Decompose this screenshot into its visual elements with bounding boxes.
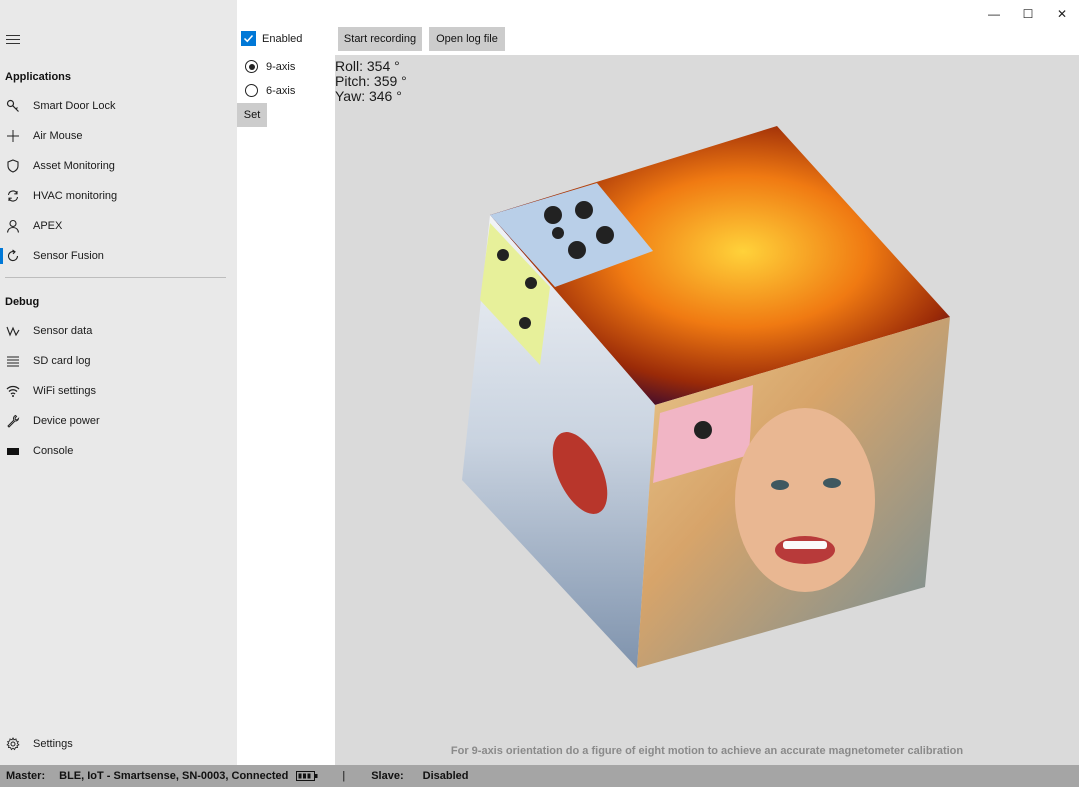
sidebar-item-smart-door-lock[interactable]: Smart Door Lock [0, 91, 237, 121]
sidebar-item-apex[interactable]: APEX [0, 211, 237, 241]
sidebar-item-wifi-settings[interactable]: WiFi settings [0, 376, 237, 406]
sidebar-item-label: APEX [33, 220, 63, 232]
calibration-hint: For 9-axis orientation do a figure of ei… [450, 745, 964, 757]
sidebar-item-asset-monitoring[interactable]: Asset Monitoring [0, 151, 237, 181]
sidebar-item-sensor-data[interactable]: Sensor data [0, 316, 237, 346]
radio-selected-indicator [245, 60, 258, 73]
master-label: Master: [6, 770, 46, 782]
start-recording-button[interactable]: Start recording [338, 27, 422, 51]
slave-value: Disabled [422, 770, 469, 782]
sidebar-item-label: Sensor data [33, 325, 93, 337]
radio-9-axis[interactable]: 9-axis [245, 60, 295, 73]
sidebar-item-sensor-fusion[interactable]: Sensor Fusion [0, 241, 237, 271]
radio-6-axis-label: 6-axis [266, 84, 296, 97]
sidebar-item-air-mouse[interactable]: Air Mouse [0, 121, 237, 151]
sidebar-item-console[interactable]: Console [0, 436, 237, 466]
debug-section-title: Debug [5, 296, 40, 308]
plus-icon [6, 129, 20, 143]
checkmark-icon [241, 31, 256, 46]
console-icon [6, 444, 20, 458]
master-value: BLE, IoT - Smartsense, SN-0003, Connecte… [59, 770, 289, 782]
person-icon [6, 219, 20, 233]
sidebar-item-label: HVAC monitoring [33, 190, 118, 202]
refresh-icon [6, 249, 20, 263]
shield-icon [6, 159, 20, 173]
gear-icon [6, 737, 20, 751]
hamburger-menu-icon[interactable] [6, 35, 20, 45]
enabled-checkbox[interactable]: Enabled [241, 31, 302, 46]
sidebar: Applications Smart Door Lock Air Mouse A… [0, 0, 237, 765]
sidebar-item-label: Console [33, 445, 74, 457]
sidebar-item-label: Air Mouse [33, 130, 83, 142]
rotating-cube-graphic [462, 126, 950, 668]
wifi-icon [6, 384, 20, 398]
sidebar-divider [5, 277, 226, 278]
applications-section-title: Applications [5, 71, 72, 83]
sidebar-item-label: Smart Door Lock [33, 100, 116, 112]
portrait-face [735, 408, 875, 592]
sidebar-item-label: Asset Monitoring [33, 160, 115, 172]
slave-label: Slave: [371, 770, 404, 782]
fusion-controls-panel: Enabled 9-axis 6-axis Set [237, 28, 335, 765]
battery-icon [296, 771, 318, 781]
sidebar-item-sd-card-log[interactable]: SD card log [0, 346, 237, 376]
enabled-label: Enabled [262, 32, 303, 45]
maximize-button[interactable]: ☐ [1011, 0, 1045, 28]
radio-9-axis-label: 9-axis [266, 60, 296, 73]
sidebar-item-hvac-monitoring[interactable]: HVAC monitoring [0, 181, 237, 211]
radio-unselected-indicator [245, 84, 258, 97]
wrench-icon [6, 414, 20, 428]
sidebar-item-label: WiFi settings [33, 385, 96, 397]
minimize-button[interactable]: — [977, 0, 1011, 28]
sidebar-item-label: SD card log [33, 355, 91, 367]
radio-6-axis[interactable]: 6-axis [245, 84, 295, 97]
sidebar-item-label: Sensor Fusion [33, 250, 104, 262]
sidebar-item-device-power[interactable]: Device power [0, 406, 237, 436]
sidebar-item-label: Settings [33, 738, 73, 750]
list-icon [6, 354, 20, 368]
orientation-viewport[interactable]: Roll: 354 ° Pitch: 359 ° Yaw: 346 ° For … [335, 55, 1079, 765]
set-button[interactable]: Set [237, 103, 267, 127]
signal-icon [6, 324, 20, 338]
sync-icon [6, 189, 20, 203]
status-separator: | [342, 770, 346, 782]
status-bar: Master: BLE, IoT - Smartsense, SN-0003, … [0, 765, 1079, 787]
close-button[interactable]: ✕ [1045, 0, 1079, 28]
open-log-file-button[interactable]: Open log file [429, 27, 505, 51]
sidebar-item-label: Device power [33, 415, 100, 427]
sidebar-item-settings[interactable]: Settings [0, 729, 237, 759]
key-icon [6, 99, 20, 113]
